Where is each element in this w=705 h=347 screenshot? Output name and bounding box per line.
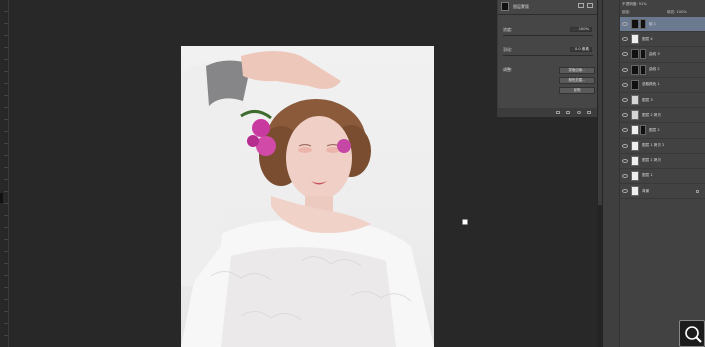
- vector-mask-icon[interactable]: [587, 3, 593, 8]
- layer-name: 组 1: [649, 21, 657, 26]
- layer-thumbnail: [631, 155, 639, 166]
- properties-footer: [498, 108, 597, 117]
- layer-thumbnail: [631, 64, 639, 75]
- lock-icon: [696, 189, 699, 193]
- layer-thumbnail: [631, 125, 639, 136]
- layer-mask-thumbnail[interactable]: [640, 64, 646, 75]
- density-slider[interactable]: [503, 35, 593, 36]
- eye-icon[interactable]: [622, 189, 628, 194]
- layers-panel: 不透明度: 91% 锁定: 填充: 100% 组 1 图层 4 曲线 3 曲线 2 选取…: [620, 0, 705, 347]
- vertical-ruler: [8, 0, 9, 347]
- layer-name: 图层 1 拷贝: [642, 158, 661, 163]
- layer-thumbnail: [631, 170, 639, 181]
- layer-name: 图层 1 拷贝 2: [642, 143, 665, 148]
- invert-button[interactable]: 反相: [559, 87, 595, 94]
- layer-row[interactable]: 图层 2: [620, 123, 705, 139]
- layer-name: 图层 4: [642, 36, 653, 41]
- layer-row[interactable]: 组 1: [620, 17, 705, 33]
- density-label: 浓度:: [503, 27, 513, 32]
- eye-icon[interactable]: [622, 158, 628, 163]
- load-selection-icon[interactable]: [556, 111, 560, 114]
- layer-name: 选取颜色 1: [642, 82, 660, 87]
- layer-row[interactable]: 图层 3: [620, 93, 705, 109]
- mouse-cursor-icon: [462, 219, 468, 225]
- apply-mask-icon[interactable]: [566, 111, 570, 114]
- layer-row[interactable]: 曲线 2: [620, 63, 705, 78]
- eye-icon[interactable]: [622, 128, 628, 133]
- layer-row[interactable]: 曲线 3: [620, 47, 705, 63]
- properties-title: 图层蒙版: [513, 4, 529, 9]
- eye-icon[interactable]: [622, 98, 628, 103]
- ruler-ticks: [4, 0, 8, 347]
- layer-list: 组 1 图层 4 曲线 3 曲线 2 选取颜色 1 图层 3 图层 2 拷贝 图层 2 图层 1…: [620, 17, 705, 200]
- fill-readout[interactable]: 填充: 100%: [665, 8, 705, 16]
- layer-name: 曲线 3: [649, 51, 660, 56]
- eye-icon[interactable]: [622, 22, 628, 27]
- layer-name: 图层 1: [642, 173, 653, 178]
- delete-mask-icon[interactable]: [587, 111, 591, 114]
- refine-label: 调整:: [503, 67, 513, 72]
- layer-row[interactable]: 图层 1 拷贝 2: [620, 139, 705, 154]
- eye-icon[interactable]: [622, 82, 628, 87]
- feather-slider[interactable]: [503, 55, 593, 56]
- layer-thumbnail: [631, 79, 639, 90]
- layer-mask-thumbnail[interactable]: [640, 49, 646, 60]
- layer-row[interactable]: 选取颜色 1: [620, 78, 705, 93]
- toolbar-edge-marker: [0, 193, 3, 203]
- color-range-button[interactable]: 颜色范围...: [559, 77, 595, 84]
- eye-icon[interactable]: [622, 173, 628, 178]
- properties-panel: 图层蒙版 浓度: 100% 羽化: 0.0 像素 调整:: [497, 0, 598, 117]
- magnifier-icon: [685, 326, 702, 343]
- eye-icon[interactable]: [622, 37, 628, 42]
- eye-icon[interactable]: [622, 143, 628, 148]
- layer-row[interactable]: 图层 4: [620, 32, 705, 48]
- density-input[interactable]: 100%: [570, 27, 592, 32]
- divider: [498, 14, 598, 15]
- eye-icon[interactable]: [622, 67, 628, 72]
- layer-name: 曲线 2: [649, 67, 660, 72]
- layer-row[interactable]: 图层 2 拷贝: [620, 108, 705, 124]
- feather-label: 羽化:: [503, 47, 513, 52]
- layer-thumbnail: [631, 95, 639, 106]
- eye-icon[interactable]: [622, 113, 628, 118]
- layer-thumbnail: [631, 140, 639, 151]
- layer-thumbnail: [631, 110, 639, 121]
- layer-name: 图层 3: [642, 97, 653, 102]
- visibility-icon[interactable]: [577, 111, 581, 114]
- layer-thumbnail: [631, 19, 639, 30]
- pixel-mask-icon[interactable]: [578, 3, 584, 8]
- portrait-illustration: [181, 51, 434, 347]
- layer-name: 背景: [642, 188, 650, 193]
- opacity-readout[interactable]: 不透明度: 91%: [620, 0, 705, 8]
- eye-icon[interactable]: [622, 52, 628, 57]
- layer-name: 图层 2 拷贝: [642, 112, 661, 117]
- layer-row[interactable]: 图层 1: [620, 169, 705, 185]
- layer-mask-thumbnail[interactable]: [640, 125, 646, 136]
- lock-label: 锁定:: [622, 10, 631, 14]
- feather-input[interactable]: 0.0 像素: [570, 47, 592, 52]
- layer-thumbnail: [631, 186, 639, 197]
- mask-edge-button[interactable]: 蒙版边缘...: [559, 67, 595, 74]
- layer-thumbnail: [631, 49, 639, 60]
- canvas-scrollbar-thumb[interactable]: [598, 0, 602, 205]
- zoom-button[interactable]: [679, 320, 705, 347]
- layers-gutter: [603, 0, 620, 347]
- layer-mask-icon: [501, 2, 509, 11]
- layer-row[interactable]: 图层 1 拷贝: [620, 154, 705, 169]
- layer-thumbnail: [631, 34, 639, 45]
- layer-row[interactable]: 背景: [620, 184, 705, 200]
- document-image[interactable]: [181, 46, 434, 347]
- layer-mask-thumbnail[interactable]: [640, 19, 646, 30]
- layer-name: 图层 2: [649, 127, 660, 132]
